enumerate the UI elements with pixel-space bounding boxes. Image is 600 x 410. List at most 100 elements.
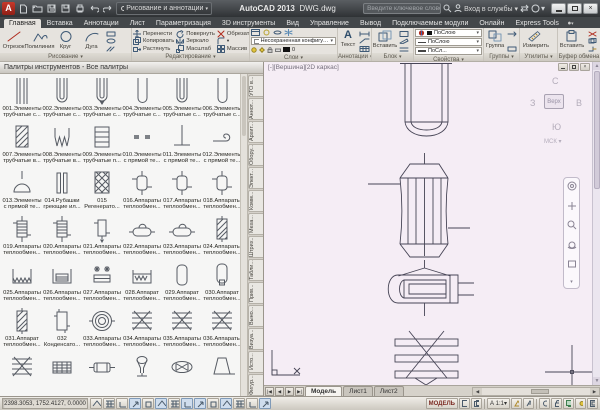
ribbon-tab-аннотации[interactable]: Аннотации bbox=[79, 19, 124, 28]
workspace-switch-icon[interactable] bbox=[539, 398, 550, 409]
annotation-panel-title[interactable]: Аннотации▾ bbox=[338, 53, 371, 61]
save-icon[interactable] bbox=[45, 2, 58, 15]
ribbon-tab-express-tools[interactable]: Express Tools bbox=[510, 19, 563, 28]
redo-icon[interactable] bbox=[101, 2, 114, 15]
isolate-objects-icon[interactable] bbox=[575, 398, 586, 409]
create-block-icon[interactable] bbox=[398, 30, 410, 37]
minimize-button[interactable] bbox=[551, 3, 566, 14]
toggle-dyn[interactable] bbox=[207, 398, 219, 409]
first-tab-button[interactable]: |◀ bbox=[265, 387, 274, 396]
palette-group-tab-8[interactable]: Штрих... bbox=[248, 236, 263, 258]
palette-item-33[interactable]: 033.Аппараты теплообмен... bbox=[82, 306, 122, 352]
toggle-polar[interactable] bbox=[142, 398, 154, 409]
search-icon[interactable] bbox=[443, 4, 452, 13]
last-tab-button[interactable]: ▶| bbox=[295, 387, 304, 396]
palette-item-36[interactable]: 036.Аппараты теплообмен... bbox=[202, 306, 240, 352]
palette-item-4[interactable]: 004.Элементы трубчатые с... bbox=[122, 76, 162, 122]
layers-panel-title[interactable]: Слои▾ bbox=[250, 54, 337, 61]
modify-panel-title[interactable]: Редактирование▾ bbox=[132, 53, 249, 61]
palette-item-34[interactable]: 034.Аппараты теплообмен... bbox=[122, 306, 162, 352]
vertical-scrollbar[interactable]: ▲ ▼ bbox=[592, 62, 600, 385]
object-color-combo[interactable]: ПоСлою▾ bbox=[415, 29, 482, 37]
palette-group-tab-1[interactable]: УГО в... bbox=[248, 75, 263, 97]
palette-item-25[interactable]: 025.Аппараты теплообмен... bbox=[2, 260, 42, 306]
ribbon-tab-3d-инструменты[interactable]: 3D инструменты bbox=[217, 19, 280, 28]
signin-button[interactable]: Вход в службы ▾ bbox=[464, 5, 518, 13]
palette-item-39[interactable] bbox=[82, 352, 122, 396]
measure-button[interactable]: Измерить bbox=[521, 29, 551, 53]
toggle-3dosnap[interactable] bbox=[168, 398, 180, 409]
toolbar-lock-icon[interactable] bbox=[551, 398, 562, 409]
palette-group-tab-7[interactable]: Меха... bbox=[248, 213, 263, 235]
scroll-left-icon[interactable]: ◀ bbox=[473, 388, 482, 395]
annotation-scale-button[interactable]: А 1:1▾ bbox=[487, 398, 510, 409]
toggle-tpy[interactable] bbox=[233, 398, 245, 409]
palette-item-27[interactable]: 027.Аппараты теплообмен... bbox=[82, 260, 122, 306]
ribbon-tab-параметризация[interactable]: Параметризация bbox=[151, 19, 216, 28]
group-edit-icon[interactable] bbox=[506, 45, 518, 52]
ellipse-tool-icon[interactable] bbox=[105, 38, 117, 45]
new-file-icon[interactable] bbox=[17, 2, 30, 15]
palette-item-6[interactable]: 006.Элементы трубчатые с... bbox=[202, 76, 240, 122]
palette-item-18[interactable]: 018.Аппараты теплообмен... bbox=[202, 168, 240, 214]
palette-item-42[interactable] bbox=[202, 352, 240, 396]
block-attrs-icon[interactable] bbox=[398, 45, 410, 52]
coordinates-readout[interactable]: 2398.3053, 1752.4127, 0.0000 bbox=[2, 398, 88, 409]
linetype-combo[interactable]: ПоСлою▾ bbox=[415, 38, 482, 46]
move-button[interactable]: Перенести bbox=[133, 30, 174, 37]
model-space-button[interactable]: МОДЕЛЬ bbox=[426, 398, 458, 409]
scroll-up-icon[interactable]: ▲ bbox=[593, 62, 600, 70]
toggle-snap[interactable] bbox=[103, 398, 115, 409]
palette-item-40[interactable] bbox=[122, 352, 162, 396]
search-input[interactable]: Введите ключевое слово/фразу bbox=[363, 3, 441, 14]
tab-layout2[interactable]: Лист2 bbox=[374, 386, 404, 396]
prev-tab-button[interactable]: ◀ bbox=[275, 387, 284, 396]
palette-group-tab-6[interactable]: Комм... bbox=[248, 190, 263, 212]
array-button[interactable]: Массив bbox=[217, 45, 249, 52]
palette-group-tab-14[interactable]: Фигур... bbox=[248, 374, 263, 396]
palette-scrollbar[interactable] bbox=[240, 74, 247, 396]
toggle-qp[interactable] bbox=[246, 398, 258, 409]
palette-item-32[interactable]: 032 Конденсато... bbox=[42, 306, 82, 352]
palette-group-tab-10[interactable]: Прив... bbox=[248, 282, 263, 304]
plot-icon[interactable] bbox=[73, 2, 86, 15]
layer-row[interactable]: 0 bbox=[251, 46, 336, 53]
palette-item-28[interactable]: 028.Аппарат теплообмен... bbox=[122, 260, 162, 306]
ribbon-tab-лист[interactable]: Лист bbox=[125, 19, 150, 28]
copy-button[interactable]: Копировать bbox=[133, 38, 174, 45]
leader-icon[interactable] bbox=[358, 38, 370, 45]
autocad-logo-icon[interactable]: A bbox=[2, 2, 15, 15]
clipboard-panel-title[interactable]: Буфер обмена bbox=[558, 53, 600, 61]
palette-item-16[interactable]: 016.Аппараты теплообмен... bbox=[122, 168, 162, 214]
palette-item-2[interactable]: 002.Элементы трубчатые с... bbox=[42, 76, 82, 122]
palette-item-12[interactable]: 012.Элементы с прямой те... bbox=[202, 122, 240, 168]
palette-item-30[interactable]: 030.Аппарат теплообмен... bbox=[202, 260, 240, 306]
palette-group-tab-12[interactable]: Визуа... bbox=[248, 328, 263, 350]
ribbon-tab-управление[interactable]: Управление bbox=[305, 19, 354, 28]
palette-item-19[interactable]: 019.Аппараты теплообмен... bbox=[2, 214, 42, 260]
quick-view-layouts-icon[interactable] bbox=[459, 398, 470, 409]
palette-item-9[interactable]: 009.Элементы трубчатые п... bbox=[82, 122, 122, 168]
workspace-selector[interactable]: Рисование и аннотации ▾ bbox=[116, 2, 212, 15]
layer-freeze-icon[interactable] bbox=[284, 29, 293, 36]
layer-properties-icon[interactable] bbox=[251, 29, 260, 36]
palette-group-tab-3[interactable]: Архит... bbox=[248, 121, 263, 143]
exchange-icon[interactable] bbox=[520, 4, 529, 13]
help-icon[interactable]: ▾ bbox=[531, 4, 545, 13]
draw-panel-title[interactable]: Рисование▾ bbox=[0, 53, 131, 61]
annotation-visibility-icon[interactable] bbox=[511, 398, 522, 409]
save-as-icon[interactable] bbox=[59, 2, 72, 15]
clean-screen-button[interactable] bbox=[587, 398, 598, 409]
toggle-ducs[interactable] bbox=[194, 398, 206, 409]
ribbon-tab-вставка[interactable]: Вставка bbox=[42, 19, 78, 28]
palette-group-tab-4[interactable]: Обору... bbox=[248, 144, 263, 166]
palette-group-tab-13[interactable]: Исто... bbox=[248, 351, 263, 373]
horizontal-scrollbar[interactable]: ◀ ▶ bbox=[472, 387, 600, 396]
cut-icon[interactable] bbox=[586, 30, 598, 37]
toggle-sc[interactable] bbox=[259, 398, 271, 409]
ribbon-tab-вывод[interactable]: Вывод bbox=[355, 19, 386, 28]
insert-block-button[interactable]: Вставить bbox=[373, 29, 397, 53]
toggle-ortho[interactable] bbox=[129, 398, 141, 409]
paste-button[interactable]: Вставить bbox=[559, 29, 585, 53]
edit-block-icon[interactable] bbox=[398, 38, 410, 45]
